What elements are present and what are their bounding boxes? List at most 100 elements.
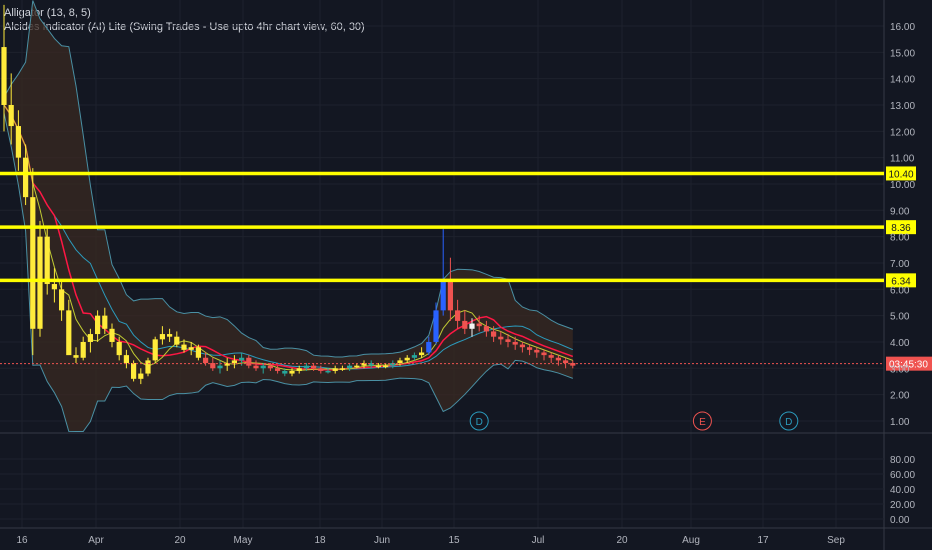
time-tick-label: May	[234, 535, 253, 546]
price-tick-label: 9.00	[890, 206, 910, 217]
candle-body	[419, 352, 425, 356]
candle-body	[491, 331, 497, 337]
price-tick-label: 14.00	[890, 75, 915, 86]
candle-body	[383, 365, 389, 368]
candle-body	[145, 360, 151, 374]
candle-body	[167, 334, 173, 337]
time-tick-label: 15	[448, 535, 460, 546]
candle-body	[203, 357, 209, 364]
candle-body	[195, 347, 201, 358]
candle-body	[548, 355, 554, 358]
candle-body	[80, 341, 86, 358]
candle-body	[116, 341, 122, 356]
candle-body	[296, 368, 302, 371]
candle-body	[354, 365, 360, 368]
candle-body	[397, 360, 403, 364]
dividend-marker-label: D	[476, 417, 483, 428]
candle-body	[15, 126, 21, 158]
candle-body	[498, 336, 504, 340]
price-tick-label: 13.00	[890, 101, 915, 112]
candle-body	[102, 315, 108, 329]
candle-body	[131, 363, 137, 379]
price-tick-label: 3.00	[890, 364, 910, 375]
candle-body	[339, 368, 345, 370]
earnings-marker-label: E	[699, 417, 706, 428]
time-tick-label: 17	[757, 535, 769, 546]
candle-body	[253, 365, 259, 369]
candle-body	[44, 236, 50, 285]
price-tick-label: 4.00	[890, 338, 910, 349]
candle-body	[440, 281, 446, 311]
candle-body	[37, 236, 43, 329]
candle-body	[217, 365, 223, 369]
price-tick-label: 10.00	[890, 180, 915, 191]
candle-body	[123, 355, 129, 364]
dividend-marker-label: D	[785, 417, 792, 428]
lower-tick-label: 80.00	[890, 455, 915, 466]
price-tick-label: 12.00	[890, 127, 915, 138]
price-tick-label: 5.00	[890, 312, 910, 323]
candle-body	[483, 326, 489, 332]
time-tick-label: 16	[16, 535, 28, 546]
candle-body	[109, 328, 115, 342]
candle-body	[87, 334, 93, 342]
price-tick-label: 2.00	[890, 391, 910, 402]
candle-body	[138, 373, 144, 379]
price-tick-label: 7.00	[890, 259, 910, 270]
candle-body	[66, 310, 72, 356]
time-tick-label: Aug	[682, 535, 700, 546]
candle-body	[303, 365, 309, 369]
time-tick-label: 20	[616, 535, 628, 546]
candle-body	[318, 368, 324, 371]
lower-tick-label: 20.00	[890, 500, 915, 511]
candle-body	[534, 349, 540, 353]
candle-body	[447, 281, 453, 311]
candle-body	[404, 357, 410, 361]
candle-body	[30, 197, 36, 329]
price-tick-label: 1.00	[890, 417, 910, 428]
candle-body	[59, 289, 65, 311]
candle-body	[347, 365, 353, 369]
price-chart[interactable]: 10.408.366.3403:45:3016.0015.0014.0013.0…	[0, 0, 932, 550]
candle-body	[159, 334, 165, 340]
price-tick-label: 15.00	[890, 48, 915, 59]
price-tick-label: 11.00	[890, 154, 915, 165]
candle-body	[311, 365, 317, 369]
candle-body	[260, 365, 266, 369]
candle-body	[555, 357, 561, 361]
candle-body	[289, 370, 295, 374]
candle-body	[174, 336, 180, 345]
candle-body	[519, 344, 525, 348]
candle-body	[188, 347, 194, 350]
candle-body	[23, 157, 29, 198]
price-tick-label: 16.00	[890, 22, 915, 33]
candle-body	[512, 341, 518, 345]
candle-body	[325, 370, 331, 373]
candle-body	[246, 357, 252, 366]
candle-body	[1, 47, 7, 105]
lower-tick-label: 40.00	[890, 485, 915, 496]
time-tick-label: Sep	[827, 535, 845, 546]
candle-body	[152, 339, 158, 361]
candle-body	[469, 323, 475, 329]
lower-tick-label: 0.00	[890, 515, 910, 526]
time-tick-label: 18	[314, 535, 326, 546]
candle-body	[275, 368, 281, 371]
candle-body	[51, 284, 57, 290]
candle-body	[541, 352, 547, 356]
candle-body	[563, 360, 569, 364]
lower-tick-label: 60.00	[890, 470, 915, 481]
time-tick-label: Apr	[88, 535, 104, 546]
price-tick-label: 8.00	[890, 233, 910, 244]
candle-body	[181, 344, 187, 350]
candle-body	[73, 355, 79, 358]
level-price-label: 10.40	[888, 169, 913, 180]
candle-body	[95, 315, 101, 335]
time-tick-label: Jun	[374, 535, 390, 546]
candle-body	[239, 357, 245, 361]
time-tick-label: 20	[174, 535, 186, 546]
candle-body	[505, 339, 511, 342]
candle-body	[282, 370, 288, 374]
candle-body	[375, 365, 381, 368]
candle-body	[527, 347, 533, 350]
